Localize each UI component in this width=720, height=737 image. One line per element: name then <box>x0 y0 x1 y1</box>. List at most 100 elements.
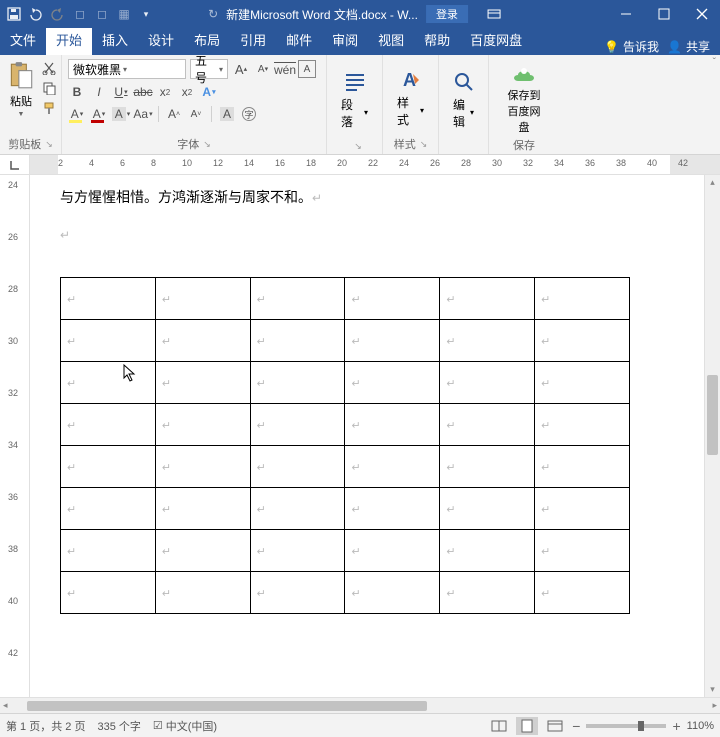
horizontal-ruler[interactable]: 24681012141618202224262830323436384042 <box>30 155 720 174</box>
table-cell[interactable]: ↵ <box>535 530 630 572</box>
qat-icon[interactable]: ▦ <box>116 6 132 22</box>
shrink-font2-icon[interactable]: A˅ <box>187 105 205 123</box>
grow-font2-icon[interactable]: A˄ <box>165 105 183 123</box>
qat-icon[interactable]: ◻ <box>72 6 88 22</box>
qat-icon[interactable]: ◻ <box>94 6 110 22</box>
underline-icon[interactable]: U▾ <box>112 83 130 101</box>
minimize-button[interactable] <box>608 0 644 28</box>
save-baidu-button[interactable]: 保存到 百度网盘 <box>495 59 553 135</box>
shrink-font-icon[interactable]: A▾ <box>254 60 272 78</box>
zoom-in-button[interactable]: + <box>672 718 680 734</box>
format-painter-icon[interactable] <box>40 99 58 117</box>
tab-home[interactable]: 开始 <box>46 25 92 55</box>
dialog-launcher-icon[interactable]: ↘ <box>203 139 211 150</box>
table-cell[interactable]: ↵ <box>250 530 345 572</box>
table-cell[interactable]: ↵ <box>155 362 250 404</box>
table-cell[interactable]: ↵ <box>250 320 345 362</box>
tab-help[interactable]: 帮助 <box>414 25 460 55</box>
zoom-out-button[interactable]: − <box>572 718 580 734</box>
table-cell[interactable]: ↵ <box>345 488 440 530</box>
scroll-down-icon[interactable]: ▾ <box>705 684 720 695</box>
tab-file[interactable]: 文件 <box>0 25 46 55</box>
tab-references[interactable]: 引用 <box>230 25 276 55</box>
table-cell[interactable]: ↵ <box>345 278 440 320</box>
tab-design[interactable]: 设计 <box>138 25 184 55</box>
vertical-ruler[interactable]: 24262830323436384042 <box>0 175 30 697</box>
subscript-icon[interactable]: x2 <box>156 83 174 101</box>
table-cell[interactable]: ↵ <box>250 362 345 404</box>
text-effects-icon[interactable]: A▾ <box>200 83 218 101</box>
table-cell[interactable]: ↵ <box>440 320 535 362</box>
table-cell[interactable]: ↵ <box>61 446 156 488</box>
table-cell[interactable]: ↵ <box>61 362 156 404</box>
table-cell[interactable]: ↵ <box>61 572 156 614</box>
table-cell[interactable]: ↵ <box>440 404 535 446</box>
table-cell[interactable]: ↵ <box>155 404 250 446</box>
table-cell[interactable]: ↵ <box>440 446 535 488</box>
zoom-slider[interactable] <box>586 724 666 728</box>
table-cell[interactable]: ↵ <box>345 320 440 362</box>
table-cell[interactable]: ↵ <box>440 488 535 530</box>
table-cell[interactable]: ↵ <box>250 572 345 614</box>
hscroll-thumb[interactable] <box>27 701 427 711</box>
table-cell[interactable]: ↵ <box>250 404 345 446</box>
table-cell[interactable]: ↵ <box>61 320 156 362</box>
table-row[interactable]: ↵↵↵↵↵↵ <box>61 320 630 362</box>
dialog-launcher-icon[interactable]: ↘ <box>354 141 362 152</box>
table-cell[interactable]: ↵ <box>535 278 630 320</box>
enclose-char-icon[interactable]: 字 <box>240 105 258 123</box>
save-icon[interactable] <box>6 6 22 22</box>
print-layout-icon[interactable] <box>516 717 538 735</box>
grow-font-icon[interactable]: A▴ <box>232 60 250 78</box>
table-cell[interactable]: ↵ <box>535 320 630 362</box>
dialog-launcher-icon[interactable]: ↘ <box>45 139 53 150</box>
table-cell[interactable]: ↵ <box>345 446 440 488</box>
table-cell[interactable]: ↵ <box>345 530 440 572</box>
table-row[interactable]: ↵↵↵↵↵↵ <box>61 362 630 404</box>
editing-button[interactable]: 编辑▾ <box>445 59 482 138</box>
char-border-icon[interactable]: A <box>298 60 316 78</box>
table-cell[interactable]: ↵ <box>61 278 156 320</box>
table-cell[interactable]: ↵ <box>535 362 630 404</box>
table-cell[interactable]: ↵ <box>345 572 440 614</box>
font-name-combo[interactable]: 微软雅黑 <box>68 59 186 79</box>
char-shading-icon[interactable]: A▾ <box>112 105 130 123</box>
page-number[interactable]: 第 1 页，共 2 页 <box>6 718 85 734</box>
tab-layout[interactable]: 布局 <box>184 25 230 55</box>
table-cell[interactable]: ↵ <box>61 488 156 530</box>
table-cell[interactable]: ↵ <box>250 446 345 488</box>
strikethrough-icon[interactable]: abc <box>134 83 152 101</box>
cut-icon[interactable] <box>40 59 58 77</box>
tab-baidu[interactable]: 百度网盘 <box>460 25 532 55</box>
tell-me-button[interactable]: 💡告诉我 <box>604 38 659 55</box>
web-layout-icon[interactable] <box>544 717 566 735</box>
collapse-ribbon-icon[interactable]: ˇ <box>709 55 720 154</box>
zoom-level[interactable]: 110% <box>687 720 714 732</box>
bold-icon[interactable]: B <box>68 83 86 101</box>
dialog-launcher-icon[interactable]: ↘ <box>420 139 428 150</box>
tab-insert[interactable]: 插入 <box>92 25 138 55</box>
table-cell[interactable]: ↵ <box>440 572 535 614</box>
table-row[interactable]: ↵↵↵↵↵↵ <box>61 278 630 320</box>
redo-icon[interactable] <box>50 6 66 22</box>
table-row[interactable]: ↵↵↵↵↵↵ <box>61 488 630 530</box>
font-color-icon[interactable]: A▾ <box>90 105 108 123</box>
undo-icon[interactable] <box>28 6 44 22</box>
language[interactable]: ☑中文(中国) <box>153 718 217 734</box>
tab-selector[interactable] <box>0 155 30 174</box>
font-size-combo[interactable]: 五号 <box>190 59 228 79</box>
table-cell[interactable]: ↵ <box>440 278 535 320</box>
table-cell[interactable]: ↵ <box>155 278 250 320</box>
table-cell[interactable]: ↵ <box>345 404 440 446</box>
highlight-icon[interactable]: A▾ <box>68 105 86 123</box>
phonetic-guide-icon[interactable]: wén <box>276 60 294 78</box>
login-button[interactable]: 登录 <box>426 5 468 23</box>
table-cell[interactable]: ↵ <box>155 572 250 614</box>
table-cell[interactable]: ↵ <box>250 278 345 320</box>
document-table[interactable]: ↵↵↵↵↵↵↵↵↵↵↵↵↵↵↵↵↵↵↵↵↵↵↵↵↵↵↵↵↵↵↵↵↵↵↵↵↵↵↵↵… <box>60 277 630 614</box>
scroll-left-icon[interactable]: ◂ <box>0 700 11 711</box>
table-row[interactable]: ↵↵↵↵↵↵ <box>61 530 630 572</box>
table-cell[interactable]: ↵ <box>155 530 250 572</box>
table-cell[interactable]: ↵ <box>155 446 250 488</box>
scroll-up-icon[interactable]: ▴ <box>705 175 720 188</box>
